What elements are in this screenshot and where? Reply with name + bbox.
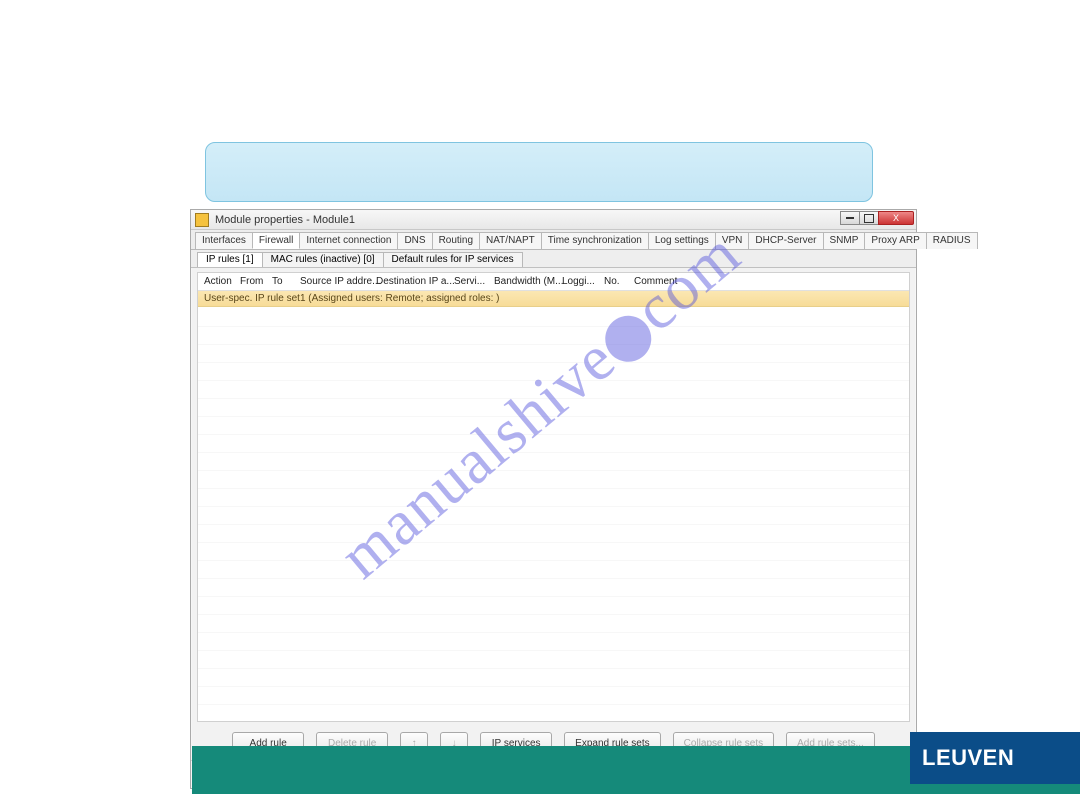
col-service: Servi... xyxy=(454,276,494,287)
main-tabs: Interfaces Firewall Internet connection … xyxy=(191,230,916,250)
subtab-mac-rules[interactable]: MAC rules (inactive) [0] xyxy=(262,252,384,267)
tab-nat-napt[interactable]: NAT/NAPT xyxy=(479,232,542,249)
tab-log-settings[interactable]: Log settings xyxy=(648,232,716,249)
tab-proxy-arp[interactable]: Proxy ARP xyxy=(864,232,926,249)
rules-grid[interactable]: Action From To Source IP addre... Destin… xyxy=(197,272,910,722)
col-comment: Comment xyxy=(634,276,681,287)
col-src-ip: Source IP addre... xyxy=(300,276,376,287)
col-to: To xyxy=(272,276,300,287)
close-button[interactable]: X xyxy=(878,211,914,225)
col-action: Action xyxy=(204,276,240,287)
col-logging: Loggi... xyxy=(562,276,604,287)
tab-dns[interactable]: DNS xyxy=(397,232,432,249)
subtab-ip-rules[interactable]: IP rules [1] xyxy=(197,252,263,267)
col-dst-ip: Destination IP a... xyxy=(376,276,454,287)
tab-time-sync[interactable]: Time synchronization xyxy=(541,232,649,249)
sub-tabs: IP rules [1] MAC rules (inactive) [0] De… xyxy=(191,250,916,268)
minimize-button[interactable] xyxy=(840,211,860,225)
tab-snmp[interactable]: SNMP xyxy=(823,232,866,249)
maximize-button[interactable] xyxy=(859,211,879,225)
module-properties-window: Module properties - Module1 X Interfaces… xyxy=(190,209,917,789)
grid-empty-area xyxy=(198,309,909,721)
window-title: Module properties - Module1 xyxy=(215,214,355,226)
info-banner xyxy=(205,142,873,202)
tab-internet-connection[interactable]: Internet connection xyxy=(299,232,398,249)
tab-dhcp-server[interactable]: DHCP-Server xyxy=(748,232,823,249)
tab-radius[interactable]: RADIUS xyxy=(926,232,978,249)
grid-header: Action From To Source IP addre... Destin… xyxy=(198,273,909,291)
col-bandwidth: Bandwidth (M... xyxy=(494,276,562,287)
tab-firewall[interactable]: Firewall xyxy=(252,232,300,249)
col-no: No. xyxy=(604,276,634,287)
rule-set-header-row[interactable]: User-spec. IP rule set1 (Assigned users:… xyxy=(198,291,909,307)
subtab-default-rules[interactable]: Default rules for IP services xyxy=(383,252,523,267)
leuven-logo: LEUVEN xyxy=(910,732,1080,784)
tab-routing[interactable]: Routing xyxy=(432,232,480,249)
col-from: From xyxy=(240,276,272,287)
titlebar[interactable]: Module properties - Module1 X xyxy=(191,210,916,230)
logo-text: LEUVEN xyxy=(922,745,1014,771)
tab-interfaces[interactable]: Interfaces xyxy=(195,232,253,249)
app-icon xyxy=(195,213,209,227)
tab-vpn[interactable]: VPN xyxy=(715,232,750,249)
